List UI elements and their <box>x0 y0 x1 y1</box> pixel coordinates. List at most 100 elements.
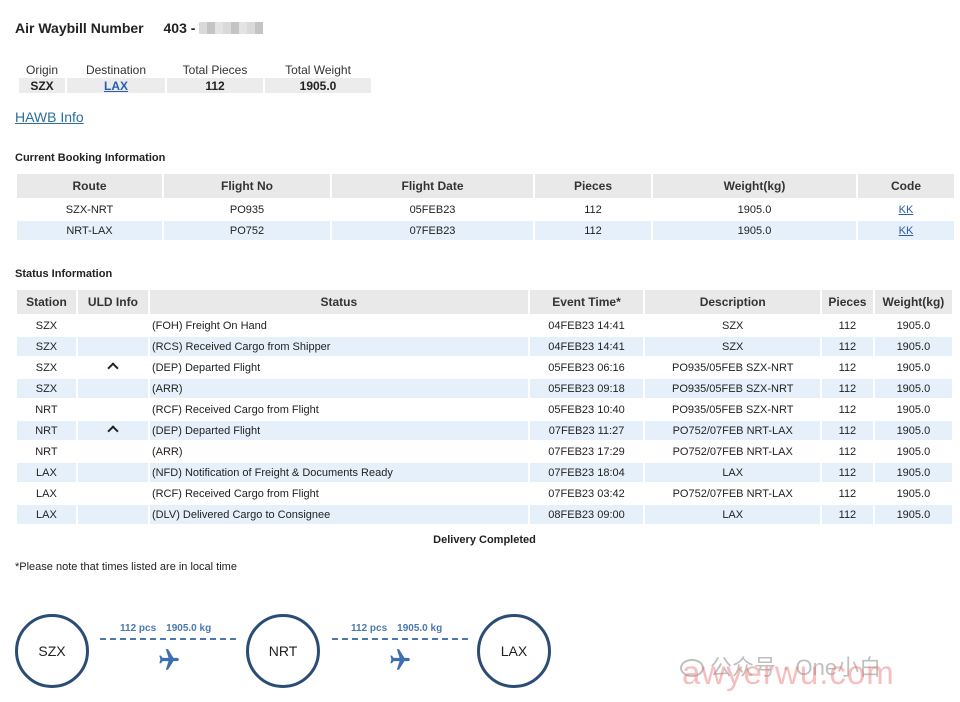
site-watermark: awyerwu.com <box>682 654 895 691</box>
booking-section-title: Current Booking Information <box>15 152 166 164</box>
status-uld-cell <box>77 505 148 524</box>
booking-code-cell: KK <box>858 221 954 240</box>
chevron-up-icon[interactable] <box>107 425 119 437</box>
status-row: SZX (ARR) 05FEB23 09:18 PO935/05FEB SZX-NRT… <box>17 379 952 398</box>
status-event-time: 07FEB23 17:29 <box>548 445 625 458</box>
status-row: LAX (DLV) Delivered Cargo to Consignee 08F… <box>17 505 952 524</box>
status-row: SZX (RCS) Received Cargo from Shipper 04FE… <box>17 337 952 356</box>
status-row: LAX (RCF) Received Cargo from Flight 07FEB… <box>17 484 952 503</box>
status-weight: 1905.0 <box>896 445 931 458</box>
booking-code-link[interactable]: KK <box>899 225 914 237</box>
route-node-destination: LAX <box>477 614 551 688</box>
booking-pieces: 112 <box>584 203 602 216</box>
status-uld-cell <box>78 358 148 377</box>
status-event: (DLV) Delivered Cargo to Consignee <box>149 505 528 524</box>
status-event: (RCS) Received Cargo from Shipper <box>149 337 528 356</box>
status-description: PO935/05FEB SZX-NRT <box>645 379 821 398</box>
hawb-info-link[interactable]: HAWB Info <box>15 109 84 125</box>
status-description: SZX <box>645 337 821 356</box>
airplane-icon <box>159 649 179 670</box>
segment-1-weight: 1905.0 kg <box>166 623 212 634</box>
status-event: (ARR) <box>151 445 183 458</box>
chevron-up-icon[interactable] <box>107 362 119 374</box>
status-uld-cell <box>78 484 148 503</box>
booking-table: Route Flight No Flight Date Pieces Weigh… <box>15 172 956 242</box>
status-event-time: 07FEB23 18:04 <box>529 463 644 482</box>
booking-weight: 1905.0 <box>737 203 772 216</box>
status-event-time: 05FEB23 06:16 <box>548 361 625 374</box>
status-row: LAX (NFD) Notification of Freight & Docum… <box>17 463 952 482</box>
status-event: (NFD) Notification of Freight & Document… <box>149 463 528 482</box>
summary-weight: 1905.0 <box>265 78 371 93</box>
booking-header-date: Flight Date <box>332 174 533 198</box>
segment-2-weight: 1905.0 kg <box>397 623 443 634</box>
segment-1-line <box>100 638 236 640</box>
status-header-uld: ULD Info <box>77 290 148 314</box>
status-pieces: 112 <box>838 403 857 416</box>
summary-header-origin: Origin <box>25 62 58 77</box>
booking-flight-date: 05FEB23 <box>409 203 456 216</box>
status-event: (DEP) Departed Flight <box>149 421 528 440</box>
segment-2-pieces: 112 pcs <box>351 623 388 634</box>
status-row: NRT (DEP) Departed Flight 07FEB23 11:27 PO7… <box>17 421 952 440</box>
status-pieces: 112 <box>822 337 873 356</box>
booking-code-cell: KK <box>858 200 954 219</box>
booking-flight-no: PO752 <box>164 221 330 240</box>
segment-2-label: 112 pcs 1905.0 kg <box>351 623 442 634</box>
booking-header-row: Route Flight No Flight Date Pieces Weigh… <box>17 174 954 198</box>
awb-number: 403 - <box>164 20 264 36</box>
booking-flight-date: 07FEB23 <box>332 221 533 240</box>
destination-link[interactable]: LAX <box>104 79 128 93</box>
booking-code-link[interactable]: KK <box>899 204 914 216</box>
status-header-event-time: Event Time* <box>529 290 644 314</box>
booking-flight-no: PO935 <box>229 203 265 216</box>
status-row: NRT (RCF) Received Cargo from Flight 05FEB… <box>17 400 952 419</box>
status-station: SZX <box>35 361 58 374</box>
status-header-station: Station <box>17 290 76 314</box>
status-station: SZX <box>17 337 76 356</box>
status-header-weight: Weight(kg) <box>874 290 952 314</box>
awb-number-mask <box>199 22 264 34</box>
status-weight: 1905.0 <box>874 505 952 524</box>
booking-header-pieces: Pieces <box>535 174 651 198</box>
airplane-icon <box>390 649 410 670</box>
status-description: PO935/05FEB SZX-NRT <box>671 361 794 374</box>
booking-weight: 1905.0 <box>653 221 856 240</box>
status-uld-cell <box>78 442 148 461</box>
status-event: (RCF) Received Cargo from Flight <box>151 403 319 416</box>
status-description: PO752/07FEB NRT-LAX <box>672 487 793 500</box>
summary-header-weight: Total Weight <box>285 62 351 77</box>
status-section-title: Status Information <box>15 268 113 280</box>
status-weight: 1905.0 <box>896 319 931 332</box>
route-node-origin: SZX <box>15 614 89 688</box>
status-header-row: Station ULD Info Status Event Time* Desc… <box>17 290 952 314</box>
summary-destination-cell: LAX <box>67 78 165 93</box>
status-weight: 1905.0 <box>874 379 952 398</box>
status-uld-cell <box>78 400 148 419</box>
booking-row: SZX-NRT PO935 05FEB23 112 1905.0 KK <box>17 200 954 219</box>
status-station: LAX <box>17 505 76 524</box>
status-station: NRT <box>35 445 58 458</box>
segment-1-label: 112 pcs 1905.0 kg <box>120 623 211 634</box>
status-uld-cell <box>77 379 148 398</box>
status-table: Station ULD Info Status Event Time* Desc… <box>15 288 954 526</box>
status-header-pieces: Pieces <box>822 290 873 314</box>
delivery-completed-label: Delivery Completed <box>433 534 536 546</box>
booking-route: NRT-LAX <box>17 221 162 240</box>
status-row: NRT (ARR) 07FEB23 17:29 PO752/07FEB NRT-LAX… <box>17 442 952 461</box>
status-pieces: 112 <box>838 319 857 332</box>
booking-row: NRT-LAX PO752 07FEB23 112 1905.0 KK <box>17 221 954 240</box>
local-time-note: *Please note that times listed are in lo… <box>15 561 237 573</box>
status-event: (FOH) Freight On Hand <box>151 319 267 332</box>
status-description: PO752/07FEB NRT-LAX <box>645 421 821 440</box>
segment-1-pieces: 112 pcs <box>120 623 157 634</box>
awb-label: Air Waybill Number <box>15 20 144 36</box>
status-row: SZX (DEP) Departed Flight 05FEB23 06:16 PO9… <box>17 358 952 377</box>
status-weight: 1905.0 <box>874 421 952 440</box>
status-event-time: 04FEB23 14:41 <box>548 319 625 332</box>
status-uld-cell <box>78 316 148 335</box>
status-event: (ARR) <box>149 379 528 398</box>
status-station: SZX <box>35 319 58 332</box>
status-uld-cell <box>77 421 148 440</box>
booking-header-weight: Weight(kg) <box>653 174 856 198</box>
